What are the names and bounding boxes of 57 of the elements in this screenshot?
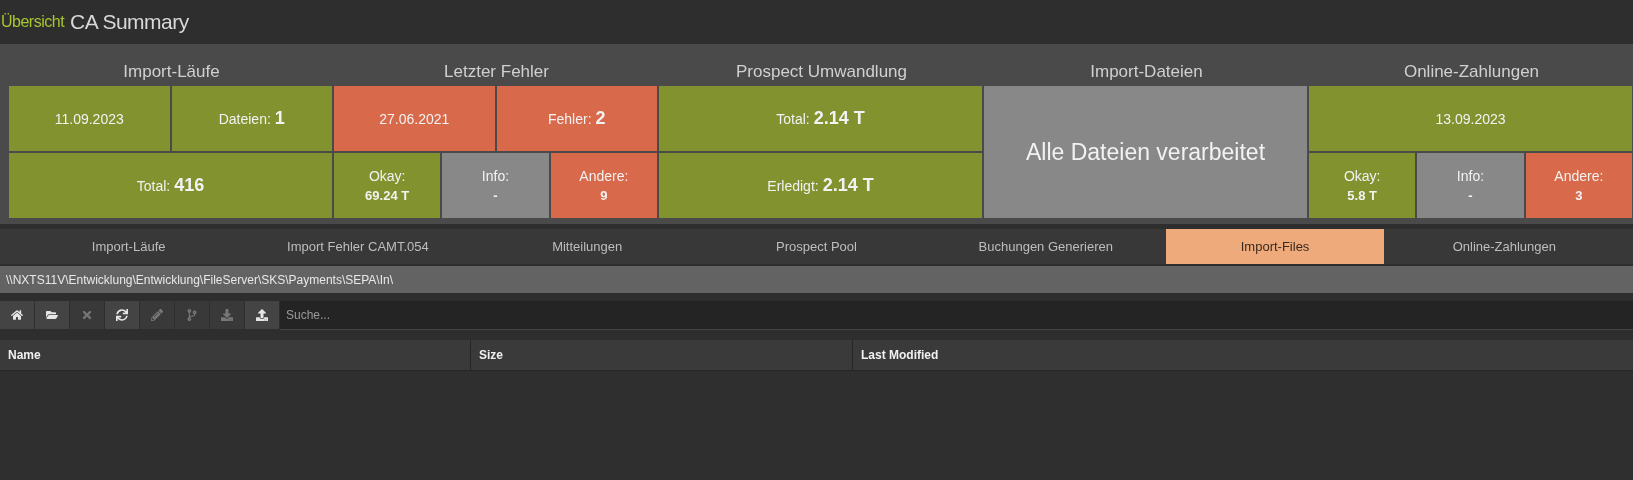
tab[interactable]: Online-Zahlungen — [1395, 229, 1613, 264]
stat-value: 2.14 T — [813, 108, 865, 129]
upload-icon — [256, 309, 268, 321]
stat-value: 416 — [174, 175, 205, 196]
download-icon — [221, 309, 233, 321]
stat-label: Andere: — [579, 168, 629, 184]
column-header[interactable]: Name — [0, 340, 470, 370]
stat-label: Okay: — [1343, 168, 1381, 184]
tab[interactable]: Prospect Pool — [707, 229, 926, 264]
stat-label: Okay: — [368, 168, 406, 184]
open-button[interactable] — [35, 301, 69, 329]
column-header[interactable]: Size — [470, 340, 852, 370]
stat-value: 2 — [595, 108, 606, 129]
stat-value: 5.8 T — [1347, 188, 1377, 203]
stat-value: 69.24 T — [365, 188, 410, 203]
stat-label: 11.09.2023 — [54, 110, 124, 127]
home-button[interactable] — [0, 301, 34, 329]
stat-value: 1 — [274, 108, 285, 129]
tab[interactable]: Import-Läufe — [20, 229, 238, 264]
column-header[interactable]: Last Modified — [852, 340, 1633, 370]
stat-label: Erledigt: — [767, 177, 819, 194]
stat-label: Total: — [136, 177, 171, 194]
stat-label: Info: — [481, 168, 510, 184]
upload-button[interactable] — [245, 301, 279, 329]
group-title: Import-Läufe — [122, 61, 221, 83]
group-title: Letzter Fehler — [443, 61, 550, 83]
tab[interactable]: Mitteilungen — [478, 229, 696, 264]
folder-icon — [46, 309, 58, 321]
home-icon — [11, 309, 23, 321]
stat-value: 9 — [600, 188, 608, 203]
path-bar: \\NXTS11V\Entwicklung\Entwicklung\FileServer\SKS\Payments\SEPA\In\ — [0, 266, 1633, 293]
search-field[interactable]: Suche... — [280, 301, 1633, 330]
refresh-icon — [116, 309, 128, 321]
close-icon — [81, 309, 93, 321]
stat-value: - — [1468, 188, 1473, 203]
tab[interactable]: Import Fehler CAMT.054 — [249, 229, 467, 264]
stat-value: - — [493, 188, 498, 203]
tab[interactable]: Buchungen Generieren — [937, 229, 1155, 264]
pencil-icon — [151, 309, 163, 321]
stat-label: Fehler: — [547, 110, 592, 127]
branch-icon — [186, 309, 198, 321]
stat-label: Info: — [1456, 168, 1485, 184]
stat-value: 3 — [1575, 188, 1583, 203]
stat-value: 2.14 T — [822, 175, 874, 196]
stat-label: 27.06.2021 — [379, 110, 450, 127]
tab[interactable]: Import-Files — [1166, 229, 1384, 264]
status-text: Alle Dateien verarbeitet — [1025, 138, 1266, 166]
group-title: Online-Zahlungen — [1402, 61, 1541, 83]
group-title: Prospect Umwandlung — [735, 61, 908, 83]
breadcrumb-link[interactable]: Übersicht — [1, 13, 65, 31]
refresh-button[interactable] — [105, 301, 139, 329]
page-title: CA Summary — [70, 10, 189, 34]
stat-label: Total: — [776, 110, 810, 127]
stat-label: 13.09.2023 — [1435, 110, 1506, 127]
stat-label: Dateien: — [218, 110, 271, 127]
stat-label: Andere: — [1554, 168, 1604, 184]
group-title: Import-Dateien — [1089, 61, 1204, 83]
